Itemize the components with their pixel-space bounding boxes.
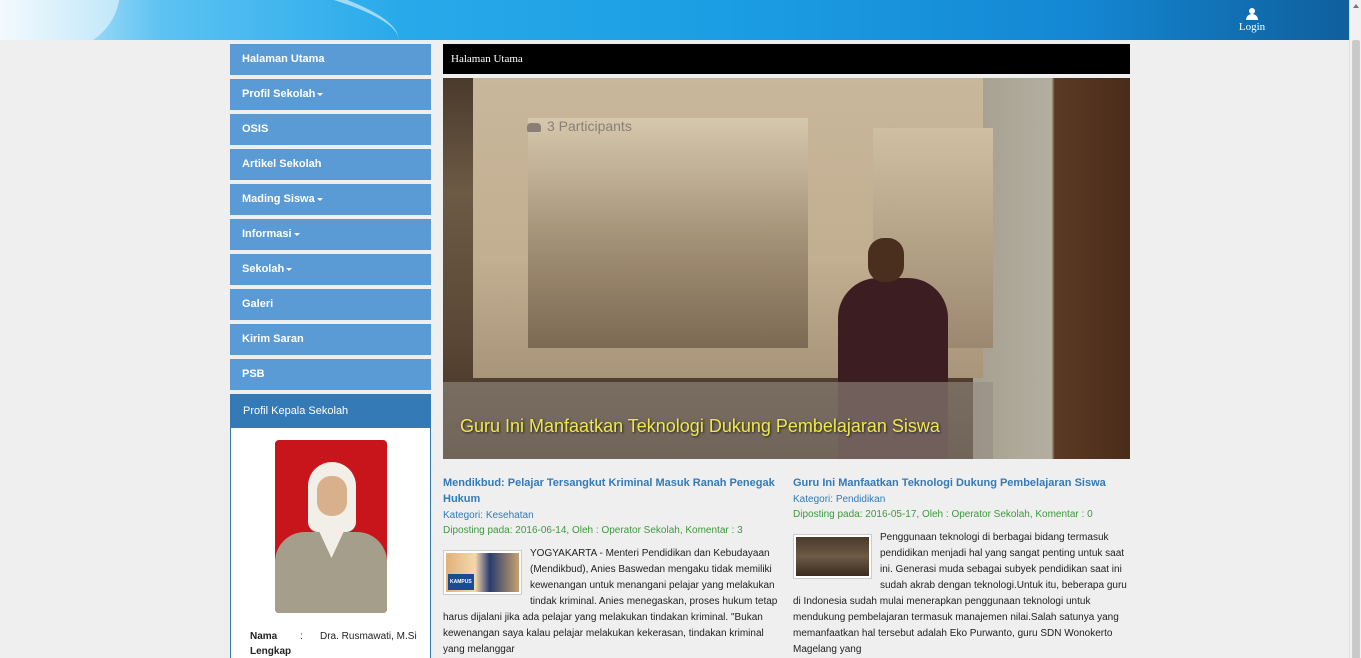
nav-label: Informasi bbox=[242, 228, 292, 240]
page-title: Halaman Utama bbox=[443, 44, 1130, 74]
caret-down-icon bbox=[293, 232, 300, 236]
profile-name-key: Nama Lengkap bbox=[250, 631, 292, 657]
article-body: KAMPUS YOGYAKARTA - Menteri Pendidikan d… bbox=[443, 546, 780, 658]
article-title[interactable]: Mendikbud: Pelajar Tersangkut Kriminal M… bbox=[443, 475, 780, 507]
article-category: Kategori: Kesehatan bbox=[443, 510, 780, 521]
nav-label: Sekolah bbox=[242, 263, 285, 275]
nav-profil-sekolah[interactable]: Profil Sekolah bbox=[230, 79, 431, 110]
category-link[interactable]: Kesehatan bbox=[486, 510, 534, 521]
nav-mading-siswa[interactable]: Mading Siswa bbox=[230, 184, 431, 215]
sidebar: Halaman Utama Profil Sekolah OSIS Artike… bbox=[230, 44, 431, 658]
nav-informasi[interactable]: Informasi bbox=[230, 219, 431, 250]
nav-label: Galeri bbox=[242, 298, 274, 310]
nav-halaman-utama[interactable]: Halaman Utama bbox=[230, 44, 431, 75]
main-content: Halaman Utama 3 Participants Guru Ini Ma… bbox=[443, 44, 1130, 658]
people-icon bbox=[527, 122, 541, 132]
thumbnail-text: KAMPUS bbox=[448, 574, 474, 590]
article-title[interactable]: Guru Ini Manfaatkan Teknologi Dukung Pem… bbox=[793, 475, 1130, 491]
nav-label: Kirim Saran bbox=[242, 333, 304, 345]
article-thumbnail[interactable] bbox=[793, 534, 872, 579]
slider-wall bbox=[973, 78, 1130, 459]
principal-profile-panel: Profil Kepala Sekolah Nama Lengkap : Dra… bbox=[230, 394, 431, 658]
login-button[interactable]: Login bbox=[1232, 8, 1272, 33]
profile-name-value: Dra. Rusmawati, M.Si bbox=[320, 631, 417, 642]
slider-caption[interactable]: Guru Ini Manfaatkan Teknologi Dukung Pem… bbox=[443, 382, 993, 459]
caret-down-icon bbox=[286, 267, 293, 271]
nav-label: OSIS bbox=[242, 123, 269, 135]
nav-artikel-sekolah[interactable]: Artikel Sekolah bbox=[230, 149, 431, 180]
scroll-up-icon[interactable] bbox=[1353, 4, 1359, 8]
article-meta: Diposting pada: 2016-05-17, Oleh : Opera… bbox=[793, 509, 1093, 520]
profile-name-row: Nama Lengkap : Dra. Rusmawati, M.Si bbox=[250, 629, 430, 658]
article-thumbnail[interactable]: KAMPUS bbox=[443, 550, 522, 595]
article-meta: Diposting pada: 2016-06-14, Oleh : Opera… bbox=[443, 525, 743, 536]
nav-label: Artikel Sekolah bbox=[242, 158, 322, 170]
login-label: Login bbox=[1238, 21, 1266, 33]
category-link[interactable]: Pendidikan bbox=[836, 494, 885, 505]
principal-photo bbox=[274, 440, 387, 613]
nav-label: Mading Siswa bbox=[242, 193, 315, 205]
nav-osis[interactable]: OSIS bbox=[230, 114, 431, 145]
nav-psb[interactable]: PSB bbox=[230, 359, 431, 390]
nav-sekolah[interactable]: Sekolah bbox=[230, 254, 431, 285]
nav-label: PSB bbox=[242, 368, 265, 380]
slider-caption-text[interactable]: Guru Ini Manfaatkan Teknologi Dukung Pem… bbox=[460, 416, 940, 437]
scrollbar-thumb[interactable] bbox=[1352, 40, 1360, 658]
article-list: Mendikbud: Pelajar Tersangkut Kriminal M… bbox=[443, 475, 1130, 658]
caret-down-icon bbox=[316, 197, 323, 201]
profile-separator: : bbox=[300, 631, 303, 642]
panel-heading: Profil Kepala Sekolah bbox=[231, 395, 430, 428]
nav-label: Profil Sekolah bbox=[242, 88, 316, 100]
news-slider[interactable]: 3 Participants Guru Ini Manfaatkan Tekno… bbox=[443, 78, 1130, 459]
top-banner bbox=[0, 0, 1349, 40]
nav-galeri[interactable]: Galeri bbox=[230, 289, 431, 320]
user-icon bbox=[1246, 8, 1258, 20]
article-card: Mendikbud: Pelajar Tersangkut Kriminal M… bbox=[443, 475, 780, 658]
article-body: Penggunaan teknologi di berbagai bidang … bbox=[793, 530, 1130, 658]
category-prefix: Kategori: bbox=[443, 510, 486, 521]
nav-kirim-saran[interactable]: Kirim Saran bbox=[230, 324, 431, 355]
scrollbar[interactable] bbox=[1349, 0, 1361, 658]
category-prefix: Kategori: bbox=[793, 494, 836, 505]
slider-screen-text: 3 Participants bbox=[527, 118, 632, 134]
caret-down-icon bbox=[317, 92, 324, 96]
article-card: Guru Ini Manfaatkan Teknologi Dukung Pem… bbox=[793, 475, 1130, 658]
article-category: Kategori: Pendidikan bbox=[793, 494, 1130, 505]
nav-label: Halaman Utama bbox=[242, 53, 325, 65]
